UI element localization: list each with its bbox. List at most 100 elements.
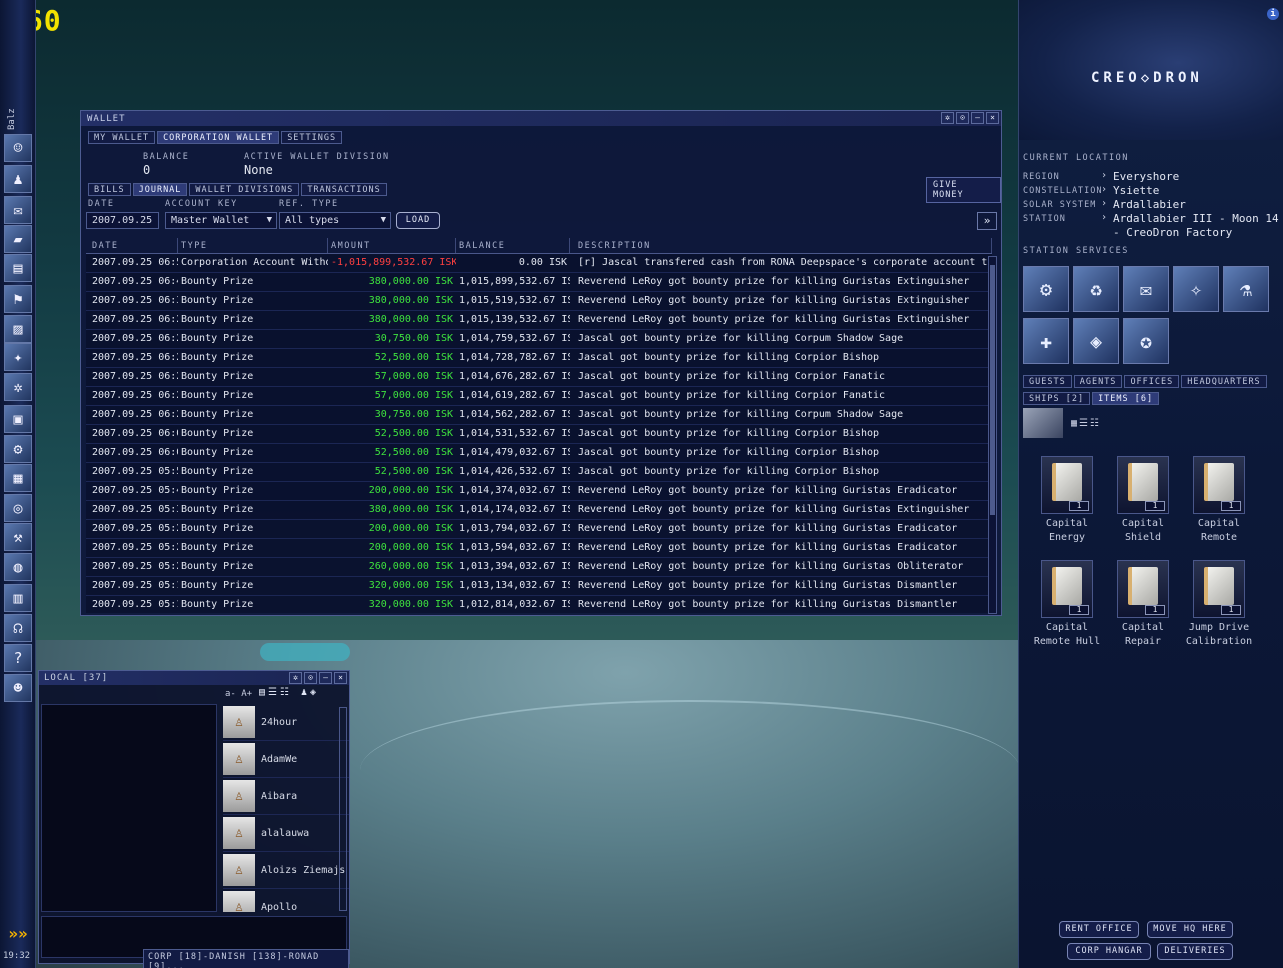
inventory-item[interactable]: 1 Capital Energy xyxy=(1031,456,1103,545)
character-portrait-icon[interactable]: ☻ xyxy=(4,674,32,702)
location-value[interactable]: Ysiette xyxy=(1113,184,1159,197)
people-places-icon[interactable]: ♟ xyxy=(4,165,32,193)
table-row[interactable]: 2007.09.25 06:27Bounty Prize 30,750.00 ISK… xyxy=(86,330,992,349)
table-row[interactable]: 2007.09.25 06:43Bounty Prize 380,000.00 IS… xyxy=(86,273,992,292)
table-row[interactable]: 2007.09.25 06:25Bounty Prize 57,000.00 ISK… xyxy=(86,368,992,387)
list-item[interactable]: ♙ Apollo xyxy=(223,889,349,912)
repair-shop-icon[interactable]: ⚙ xyxy=(1023,266,1069,312)
channel-tab[interactable]: CORP [18]-DANISH [138]-RONAD [9]... xyxy=(143,949,349,968)
inventory-item[interactable]: 1 Jump Drive Calibration xyxy=(1183,560,1255,649)
wallet-icon[interactable]: ▤ xyxy=(4,254,32,282)
forward-arrows-icon[interactable]: » xyxy=(977,212,997,230)
table-row[interactable]: 2007.09.25 05:35Bounty Prize 380,000.00 IS… xyxy=(86,501,992,520)
list-item[interactable]: ♙ Aibara xyxy=(223,778,349,815)
inventory-item[interactable]: 1 Capital Repair xyxy=(1107,560,1179,649)
corp-hangar-button[interactable]: CORP HANGAR xyxy=(1067,943,1151,960)
factory-icon[interactable]: ⚗ xyxy=(1223,266,1269,312)
minimize-icon[interactable]: – xyxy=(971,112,984,124)
map-icon[interactable]: ✦ xyxy=(4,343,32,371)
tab-my-wallet[interactable]: MY WALLET xyxy=(88,131,156,144)
inventory-item[interactable]: 1 Capital Remote xyxy=(1183,456,1255,545)
table-row[interactable]: 2007.09.25 06:22Bounty Prize 30,750.00 ISK… xyxy=(86,406,992,425)
reprocessing-icon[interactable]: ♻ xyxy=(1073,266,1119,312)
info-icon[interactable]: i xyxy=(1267,8,1279,20)
mail-icon[interactable]: ✉ xyxy=(4,196,32,224)
tab-guests[interactable]: GUESTS xyxy=(1023,375,1072,388)
table-row[interactable]: 2007.09.25 06:38Bounty Prize 380,000.00 IS… xyxy=(86,292,992,311)
move-hq-button[interactable]: MOVE HQ HERE xyxy=(1147,921,1233,938)
rent-office-button[interactable]: RENT OFFICE xyxy=(1059,921,1139,938)
tab-settings[interactable]: SETTINGS xyxy=(281,131,343,144)
table-row[interactable]: 2007.09.25 06:01Bounty Prize 52,500.00 ISK… xyxy=(86,425,992,444)
corporation-icon[interactable]: ⚑ xyxy=(4,285,32,313)
view-mode-icons[interactable]: ▤☰☷ ♟◈ xyxy=(259,687,319,698)
fitting-service-icon[interactable]: ✧ xyxy=(1173,266,1219,312)
tab-agents[interactable]: AGENTS xyxy=(1073,375,1123,388)
font-size-controls[interactable]: a- A+ xyxy=(225,689,252,699)
table-row[interactable]: 2007.09.25 06:23Bounty Prize 57,000.00 ISK… xyxy=(86,387,992,406)
table-row[interactable]: 2007.09.25 06:50Corporation Account With… xyxy=(86,254,992,273)
list-item[interactable]: ♙ alalauwa xyxy=(223,815,349,852)
character-sheet-icon[interactable]: ☺ xyxy=(4,134,32,162)
chat-messages[interactable] xyxy=(41,704,217,912)
journal-book-icon[interactable]: ▥ xyxy=(4,584,32,612)
tab-transactions[interactable]: TRANSACTIONS xyxy=(301,183,387,196)
options-icon[interactable]: ⊙ xyxy=(956,112,969,124)
audio-headset-icon[interactable]: ☊ xyxy=(4,614,32,642)
load-button[interactable]: LOAD xyxy=(396,212,440,229)
minimize-icon[interactable]: – xyxy=(319,672,332,684)
column-type[interactable]: TYPE xyxy=(178,238,328,253)
pin-icon[interactable]: ✲ xyxy=(289,672,302,684)
assets-icon[interactable]: ▨ xyxy=(4,315,32,343)
member-scrollbar[interactable] xyxy=(339,707,347,911)
give-money-button[interactable]: GIVE MONEY xyxy=(926,177,1001,203)
calculator-icon[interactable]: ▦ xyxy=(4,464,32,492)
location-value[interactable]: Ardallabier xyxy=(1113,198,1186,211)
market-icon[interactable]: ✲ xyxy=(4,373,32,401)
help-lifebuoy-icon[interactable]: ◎ xyxy=(4,494,32,522)
tab-offices[interactable]: OFFICES xyxy=(1124,375,1180,388)
table-row[interactable]: 2007.09.25 06:00Bounty Prize 52,500.00 ISK… xyxy=(86,444,992,463)
tab-headquarters[interactable]: HEADQUARTERS xyxy=(1181,375,1267,388)
journal-scrollbar[interactable] xyxy=(988,256,997,614)
table-row[interactable]: 2007.09.25 06:29Bounty Prize 380,000.00 IS… xyxy=(86,311,992,330)
tab-items[interactable]: ITEMS [6] xyxy=(1092,392,1160,405)
table-row[interactable]: 2007.09.25 06:26Bounty Prize 52,500.00 ISK… xyxy=(86,349,992,368)
ref-type-select[interactable]: All types ▼ xyxy=(279,212,391,229)
table-row[interactable]: 2007.09.25 05:11Bounty Prize 320,000.00 IS… xyxy=(86,596,992,613)
table-row[interactable]: 2007.09.25 05:42Bounty Prize 200,000.00 IS… xyxy=(86,482,992,501)
tab-journal[interactable]: JOURNAL xyxy=(132,183,188,196)
options-icon[interactable]: ⊙ xyxy=(304,672,317,684)
neocom-expand-icon[interactable]: »» xyxy=(4,924,32,944)
table-row[interactable]: 2007.09.25 05:59Bounty Prize 52,500.00 ISK… xyxy=(86,463,992,482)
fitting-icon[interactable]: ⚒ xyxy=(4,523,32,551)
deliveries-button[interactable]: DELIVERIES xyxy=(1157,943,1233,960)
column-description[interactable]: DESCRIPTION xyxy=(570,238,992,253)
location-value[interactable]: Everyshore xyxy=(1113,170,1179,183)
table-row[interactable]: 2007.09.25 05:12Bounty Prize 320,000.00 IS… xyxy=(86,577,992,596)
medical-icon[interactable]: ✚ xyxy=(1023,318,1069,364)
insurance-icon[interactable]: ◈ xyxy=(1073,318,1119,364)
browser-globe-icon[interactable]: ◍ xyxy=(4,553,32,581)
view-mode-icons[interactable]: ▦☰☷ xyxy=(1071,418,1101,429)
inventory-icon[interactable]: ▣ xyxy=(4,405,32,433)
help-question-icon[interactable]: ? xyxy=(4,644,32,672)
scroll-thumb[interactable] xyxy=(990,265,995,515)
list-item[interactable]: ♙ 24hour xyxy=(223,704,349,741)
tab-bills[interactable]: BILLS xyxy=(88,183,131,196)
market-service-icon[interactable]: ✉ xyxy=(1123,266,1169,312)
column-amount[interactable]: AMOUNT xyxy=(328,238,456,253)
location-value[interactable]: Ardallabier III - Moon 14 xyxy=(1113,212,1279,225)
close-icon[interactable]: × xyxy=(986,112,999,124)
tab-wallet-divisions[interactable]: WALLET DIVISIONS xyxy=(189,183,300,196)
list-item[interactable]: ♙ Aloizs Ziemajs xyxy=(223,852,349,889)
tab-corporation-wallet[interactable]: CORPORATION WALLET xyxy=(157,131,280,144)
close-icon[interactable]: × xyxy=(334,672,347,684)
tab-ships[interactable]: SHIPS [2] xyxy=(1023,392,1091,405)
pin-icon[interactable]: ✲ xyxy=(941,112,954,124)
notepad-icon[interactable]: ▰ xyxy=(4,225,32,253)
inventory-item[interactable]: 1 Capital Remote Hull xyxy=(1031,560,1103,649)
date-input[interactable]: 2007.09.25 xyxy=(86,212,159,229)
column-date[interactable]: DATE xyxy=(86,238,178,253)
inventory-item[interactable]: 1 Capital Shield xyxy=(1107,456,1179,545)
